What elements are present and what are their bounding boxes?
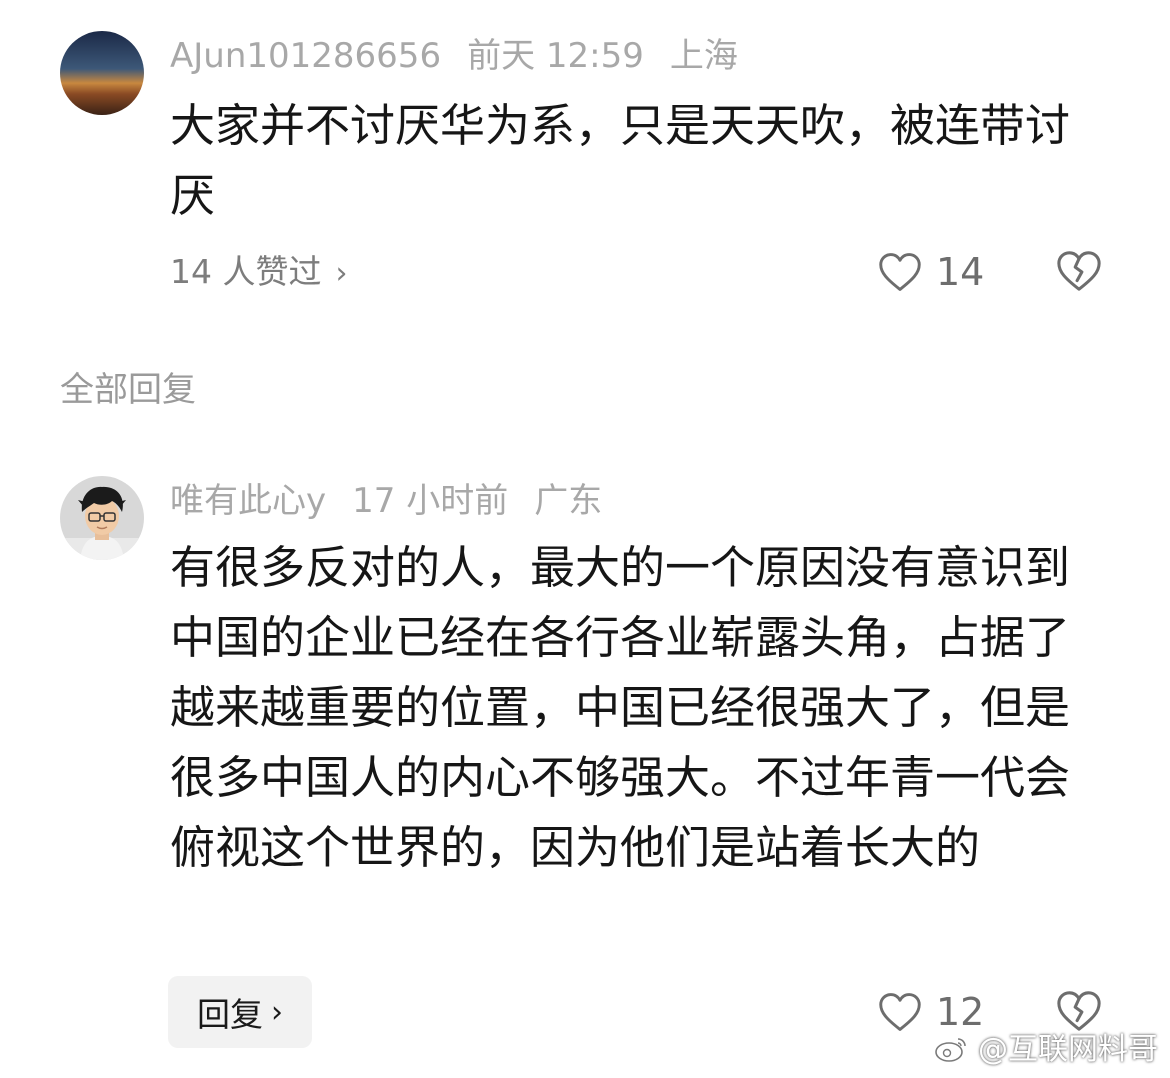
like-count: 12 <box>936 990 985 1034</box>
weibo-logo-icon <box>935 1038 967 1062</box>
username[interactable]: 唯有此心y <box>170 481 326 521</box>
avatar[interactable] <box>60 31 144 115</box>
avatar[interactable] <box>60 476 144 560</box>
comment-text[interactable]: 有很多反对的人，最大的一个原因没有意识到中国的企业已经在各行各业崭露头角，占据了… <box>170 533 1100 883</box>
like-button[interactable]: 12 <box>878 989 984 1035</box>
watermark-text: @互联网料哥 <box>978 1032 1158 1067</box>
watermark: @互联网料哥 <box>934 1032 1158 1068</box>
reply-button[interactable]: 回复 › <box>168 976 312 1048</box>
dislike-button[interactable] <box>1056 989 1102 1035</box>
like-count: 14 <box>936 250 985 294</box>
comment-text[interactable]: 大家并不讨厌华为系，只是天天吹，被连带讨厌 <box>170 91 1100 231</box>
dislike-button[interactable] <box>1056 249 1102 295</box>
heart-outline-icon <box>879 253 921 291</box>
location: 广东 <box>534 481 603 521</box>
broken-heart-icon <box>1057 251 1101 291</box>
broken-heart-icon <box>1057 991 1101 1031</box>
like-button[interactable]: 14 <box>878 249 984 295</box>
heart-outline-icon <box>879 993 921 1031</box>
timestamp: 前天 12:59 <box>467 36 644 76</box>
username[interactable]: AJun101286656 <box>170 36 441 76</box>
likers-label: 14 人赞过 <box>170 252 322 291</box>
timestamp: 17 小时前 <box>352 481 509 521</box>
section-title: 全部回复 <box>60 370 196 410</box>
comment-meta: 唯有此心y 17 小时前 广东 <box>170 481 628 521</box>
chevron-right-icon: › <box>335 256 348 291</box>
comment-meta: AJun101286656 前天 12:59 上海 <box>170 36 764 76</box>
location: 上海 <box>669 36 738 76</box>
likers-link[interactable]: 14 人赞过 › <box>170 252 347 294</box>
reply-label: 回复 <box>197 995 263 1034</box>
chevron-right-icon: › <box>271 994 283 1030</box>
